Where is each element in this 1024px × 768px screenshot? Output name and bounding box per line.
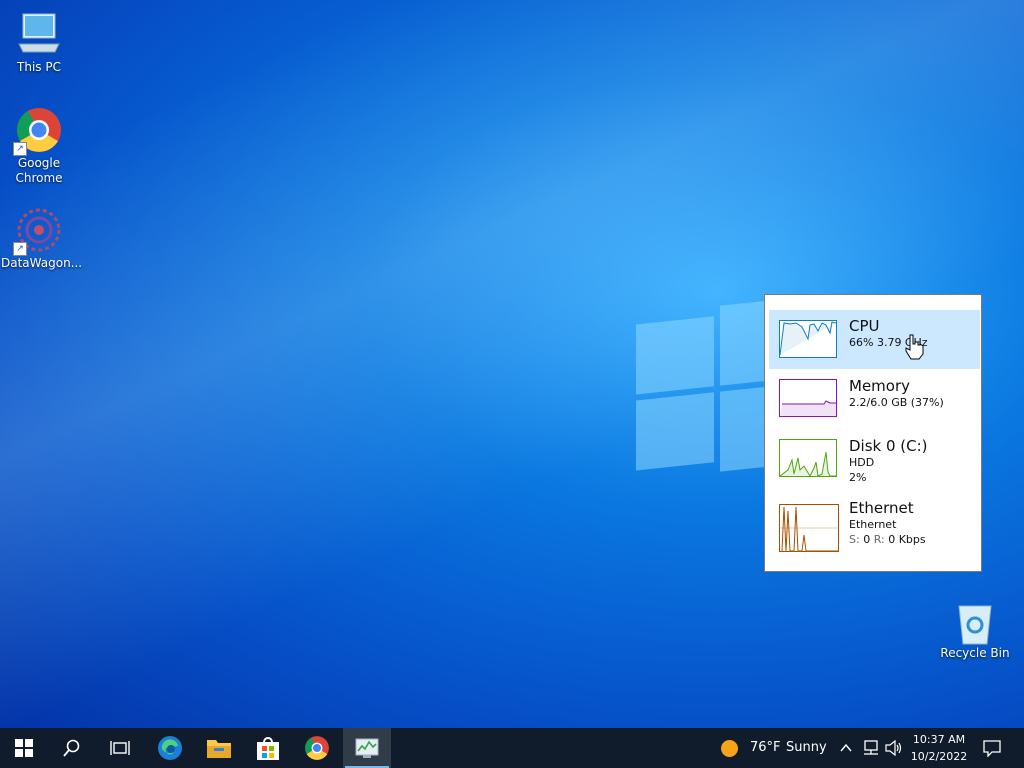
flyout-item-title: Disk 0 (C:) bbox=[849, 437, 928, 455]
desktop-icon-label: Google Chrome bbox=[15, 156, 63, 185]
flyout-item-title: Memory bbox=[849, 377, 911, 395]
edge-taskbar-button[interactable] bbox=[146, 728, 194, 768]
clock-date: 10/2/2022 bbox=[910, 750, 968, 763]
cpu-graph bbox=[779, 320, 837, 358]
flyout-item-disk[interactable]: Disk 0 (C:) HDD 2% bbox=[769, 431, 980, 491]
desktop-icon-label: This PC bbox=[17, 60, 61, 74]
desktop[interactable]: This PC ↗ Google Chrome ↗ DataWagon... R… bbox=[0, 0, 1024, 728]
network-icon[interactable] bbox=[862, 740, 880, 760]
weather-temp: 76°F bbox=[750, 740, 781, 755]
disk-graph bbox=[779, 439, 837, 478]
clock-time: 10:37 AM bbox=[912, 733, 966, 746]
start-button[interactable] bbox=[0, 728, 48, 768]
flyout-item-title: Ethernet bbox=[849, 499, 914, 517]
send-label: S: bbox=[849, 533, 860, 546]
flyout-item-detail: Ethernet bbox=[849, 518, 897, 531]
datawagon-icon: ↗ bbox=[13, 206, 63, 256]
flyout-item-detail-2: 2% bbox=[849, 471, 867, 484]
receive-value: 0 Kbps bbox=[888, 533, 926, 546]
desktop-icon-label: DataWagon... bbox=[1, 256, 83, 270]
task-view-icon bbox=[110, 741, 130, 755]
flyout-item-title: CPU bbox=[849, 317, 880, 335]
weather-condition: Sunny bbox=[786, 740, 827, 755]
desktop-icon-recycle-bin[interactable]: Recycle Bin bbox=[937, 602, 1013, 661]
volume-icon[interactable] bbox=[885, 739, 903, 760]
desktop-icon-label: Recycle Bin bbox=[940, 646, 1010, 660]
flyout-item-detail: 2.2/6.0 GB (37%) bbox=[849, 396, 944, 409]
flyout-item-detail: HDD bbox=[849, 456, 875, 469]
task-manager-icon bbox=[355, 738, 379, 758]
search-icon bbox=[63, 739, 80, 757]
flyout-item-memory[interactable]: Memory 2.2/6.0 GB (37%) bbox=[769, 371, 980, 429]
flyout-item-cpu[interactable]: CPU 66% 3.79 GHz bbox=[769, 310, 980, 369]
file-explorer-taskbar-button[interactable] bbox=[195, 728, 243, 768]
hand-cursor-icon bbox=[904, 334, 924, 364]
receive-label: R: bbox=[873, 533, 885, 546]
task-view-button[interactable] bbox=[96, 728, 144, 768]
memory-graph bbox=[779, 379, 837, 417]
chrome-taskbar-button[interactable] bbox=[293, 728, 341, 768]
chevron-up-icon[interactable] bbox=[839, 740, 853, 759]
store-taskbar-button[interactable] bbox=[244, 728, 292, 768]
sun-icon bbox=[721, 740, 738, 757]
clock[interactable]: 10:37 AM 10/2/2022 bbox=[908, 731, 970, 765]
desktop-icon-google-chrome[interactable]: ↗ Google Chrome bbox=[1, 106, 77, 186]
computer-icon bbox=[15, 10, 63, 58]
performance-flyout[interactable]: CPU 66% 3.79 GHz Memory 2.2/6.0 GB (37%)… bbox=[764, 294, 982, 572]
chrome-icon: ↗ bbox=[13, 106, 63, 156]
flyout-item-detail-2: S: 0 R: 0 Kbps bbox=[849, 533, 926, 547]
taskbar: 76°F Sunny 10:37 AM 10/2/2022 bbox=[0, 728, 1024, 768]
desktop-icon-datawagon[interactable]: ↗ DataWagon... bbox=[1, 206, 83, 271]
task-manager-taskbar-button[interactable] bbox=[343, 728, 391, 768]
send-value: 0 bbox=[863, 533, 871, 546]
file-explorer-icon bbox=[207, 740, 231, 758]
weather-widget[interactable] bbox=[720, 739, 739, 762]
search-button[interactable] bbox=[48, 728, 96, 768]
start-icon bbox=[15, 739, 33, 757]
edge-icon bbox=[158, 736, 182, 760]
flyout-item-ethernet[interactable]: Ethernet Ethernet S: 0 R: 0 Kbps bbox=[769, 497, 980, 559]
shortcut-arrow-icon: ↗ bbox=[13, 242, 27, 256]
chrome-icon bbox=[305, 736, 329, 760]
notification-icon[interactable] bbox=[983, 739, 1001, 761]
shortcut-arrow-icon: ↗ bbox=[13, 142, 27, 156]
desktop-icon-this-pc[interactable]: This PC bbox=[1, 10, 77, 75]
ethernet-graph bbox=[779, 504, 839, 552]
store-icon bbox=[257, 737, 279, 760]
recycle-bin-icon bbox=[951, 602, 999, 645]
